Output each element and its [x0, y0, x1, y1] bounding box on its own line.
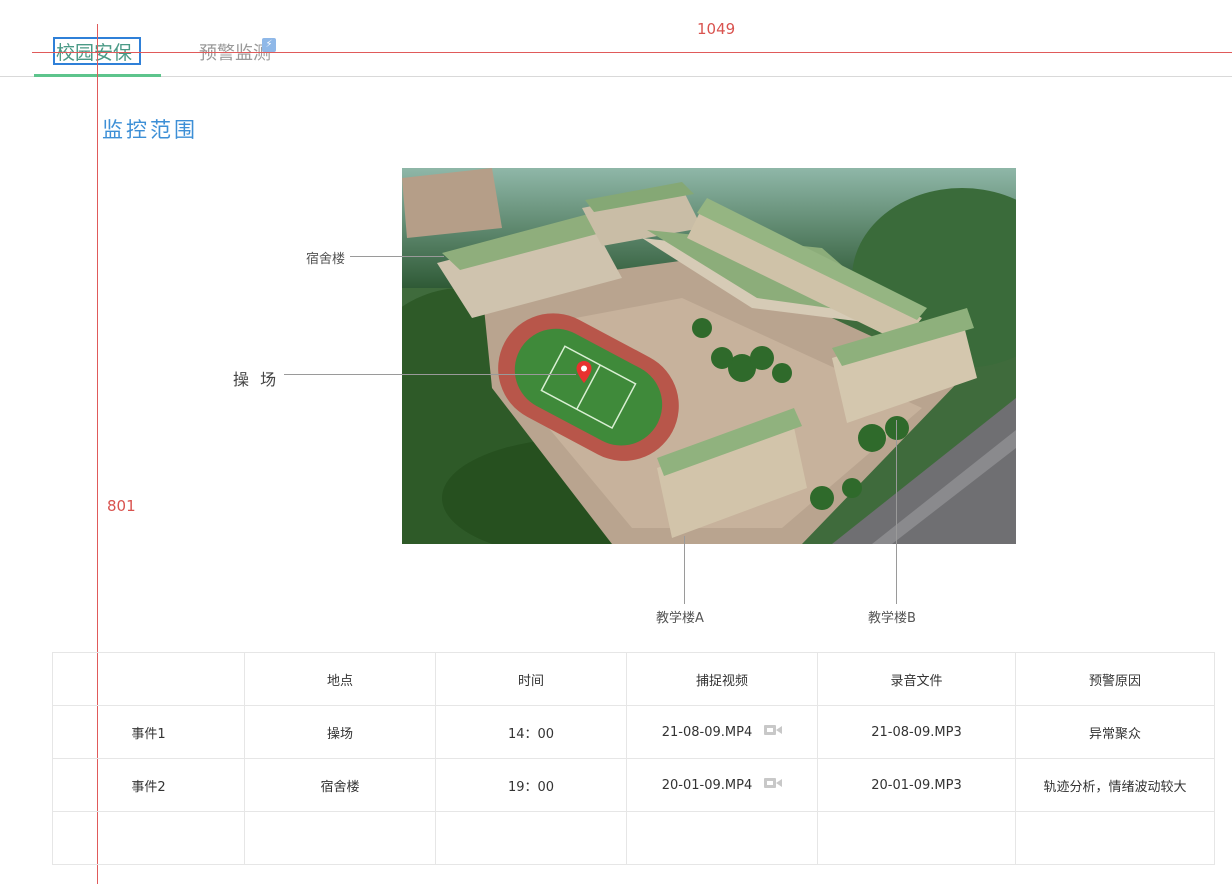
leader-line-dormitory [350, 256, 444, 257]
empty-cell [1015, 811, 1215, 865]
callout-dormitory: 宿舍楼 [306, 252, 346, 267]
table-header-time: 时间 [435, 652, 627, 706]
video-camera-icon[interactable] [764, 777, 783, 793]
table-header-row: 地点 时间 捕捉视频 录音文件 预警原因 [52, 652, 1215, 706]
event-video-file[interactable]: 21-08-09.MP4 [662, 725, 752, 740]
table-header-location: 地点 [244, 652, 436, 706]
table-row-empty [52, 811, 1215, 865]
event-video-file[interactable]: 20-01-09.MP4 [662, 778, 752, 793]
event-reason: 轨迹分析，情绪波动较大 [1015, 758, 1215, 812]
event-video-cell[interactable]: 21-08-09.MP4 [626, 705, 818, 759]
event-audio-file[interactable]: 20-01-09.MP3 [817, 758, 1016, 812]
map-pin-icon[interactable] [575, 360, 593, 384]
event-location: 宿舍楼 [244, 758, 436, 812]
table-header-reason: 预警原因 [1015, 652, 1215, 706]
empty-cell [244, 811, 436, 865]
event-audio-file[interactable]: 21-08-09.MP3 [817, 705, 1016, 759]
event-name: 事件2 [52, 758, 245, 812]
section-title: 监控范围 [102, 118, 198, 142]
guide-horizontal-line [32, 52, 1232, 53]
empty-cell [817, 811, 1016, 865]
leader-line-teaching-b [896, 420, 897, 604]
event-location: 操场 [244, 705, 436, 759]
event-time: 19：00 [435, 758, 627, 812]
leader-line-teaching-a [684, 536, 685, 604]
empty-cell [52, 811, 245, 865]
empty-cell [626, 811, 818, 865]
event-time: 14：00 [435, 705, 627, 759]
table-header-cell [52, 652, 245, 706]
event-table: 地点 时间 捕捉视频 录音文件 预警原因 事件1 操场 14：00 21-08-… [52, 652, 1215, 865]
table-header-video: 捕捉视频 [626, 652, 818, 706]
event-name: 事件1 [52, 705, 245, 759]
guide-width-value: 1049 [697, 20, 736, 38]
lightning-icon: ⚡ [262, 38, 276, 52]
table-header-audio: 录音文件 [817, 652, 1016, 706]
event-video-cell[interactable]: 20-01-09.MP4 [626, 758, 818, 812]
campus-aerial-map[interactable] [402, 168, 1016, 544]
empty-cell [435, 811, 627, 865]
guide-height-value: 801 [107, 497, 136, 515]
table-row[interactable]: 事件1 操场 14：00 21-08-09.MP4 21-08-09.MP3 异… [52, 705, 1215, 759]
callout-teaching-building-a: 教学楼A [656, 611, 704, 626]
tab-warning-monitor[interactable]: 预警监测 [199, 41, 271, 67]
event-reason: 异常聚众 [1015, 705, 1215, 759]
video-camera-icon[interactable] [764, 724, 783, 740]
table-row[interactable]: 事件2 宿舍楼 19：00 20-01-09.MP4 20-01-09.MP3 … [52, 758, 1215, 812]
leader-line-playground [284, 374, 576, 375]
callout-teaching-building-b: 教学楼B [868, 611, 916, 626]
callout-playground: 操 场 [233, 370, 280, 389]
tab-bar-divider [0, 76, 1232, 77]
